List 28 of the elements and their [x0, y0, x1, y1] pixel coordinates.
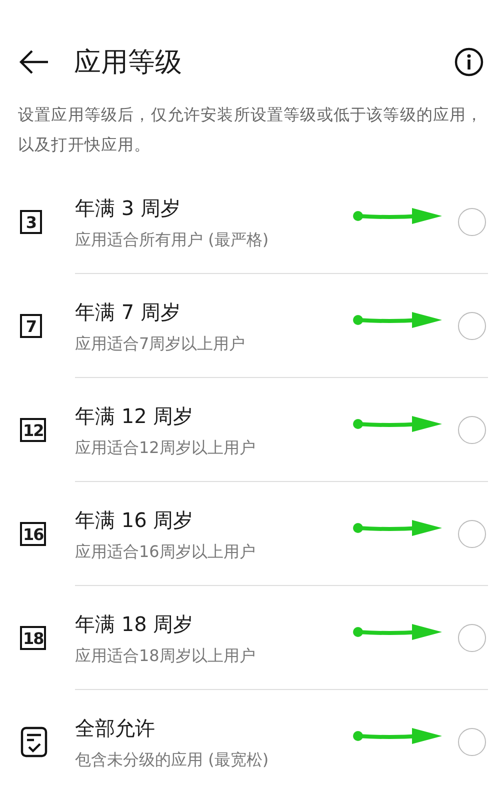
- option-title: 年满 7 周岁: [75, 298, 180, 326]
- radio-button[interactable]: [458, 728, 486, 756]
- description-text: 设置应用等级后，仅允许安装所设置等级或低于该等级的应用，以及打开快应用。: [17, 104, 484, 156]
- option-title: 全部允许: [75, 715, 155, 742]
- radio-button[interactable]: [458, 208, 486, 236]
- radio-button[interactable]: [458, 312, 486, 340]
- option-subtitle: 应用适合7周岁以上用户: [75, 334, 246, 354]
- option-subtitle: 应用适合18周岁以上用户: [75, 646, 256, 666]
- age-rating-icon: 16: [20, 522, 46, 546]
- age-rating-icon: 18: [20, 626, 46, 650]
- option-title: 年满 3 周岁: [75, 194, 180, 222]
- back-icon[interactable]: [18, 48, 50, 76]
- option-title: 年满 12 周岁: [75, 402, 194, 430]
- radio-button[interactable]: [458, 624, 486, 652]
- option-subtitle: 应用适合16周岁以上用户: [75, 542, 256, 562]
- checklist-icon: [20, 726, 48, 758]
- option-title: 年满 16 周岁: [75, 506, 194, 534]
- option-subtitle: 应用适合12周岁以上用户: [75, 438, 256, 458]
- age-rating-icon: 7: [20, 314, 42, 338]
- option-title: 年满 18 周岁: [75, 610, 194, 638]
- info-icon[interactable]: [454, 47, 484, 77]
- age-rating-icon: 12: [20, 418, 46, 442]
- radio-button[interactable]: [458, 416, 486, 444]
- radio-button[interactable]: [458, 520, 486, 548]
- age-rating-icon: 3: [20, 210, 42, 234]
- option-subtitle: 包含未分级的应用 (最宽松): [75, 750, 269, 771]
- option-subtitle: 应用适合所有用户 (最严格): [75, 230, 269, 250]
- page-title: 应用等级: [74, 46, 183, 80]
